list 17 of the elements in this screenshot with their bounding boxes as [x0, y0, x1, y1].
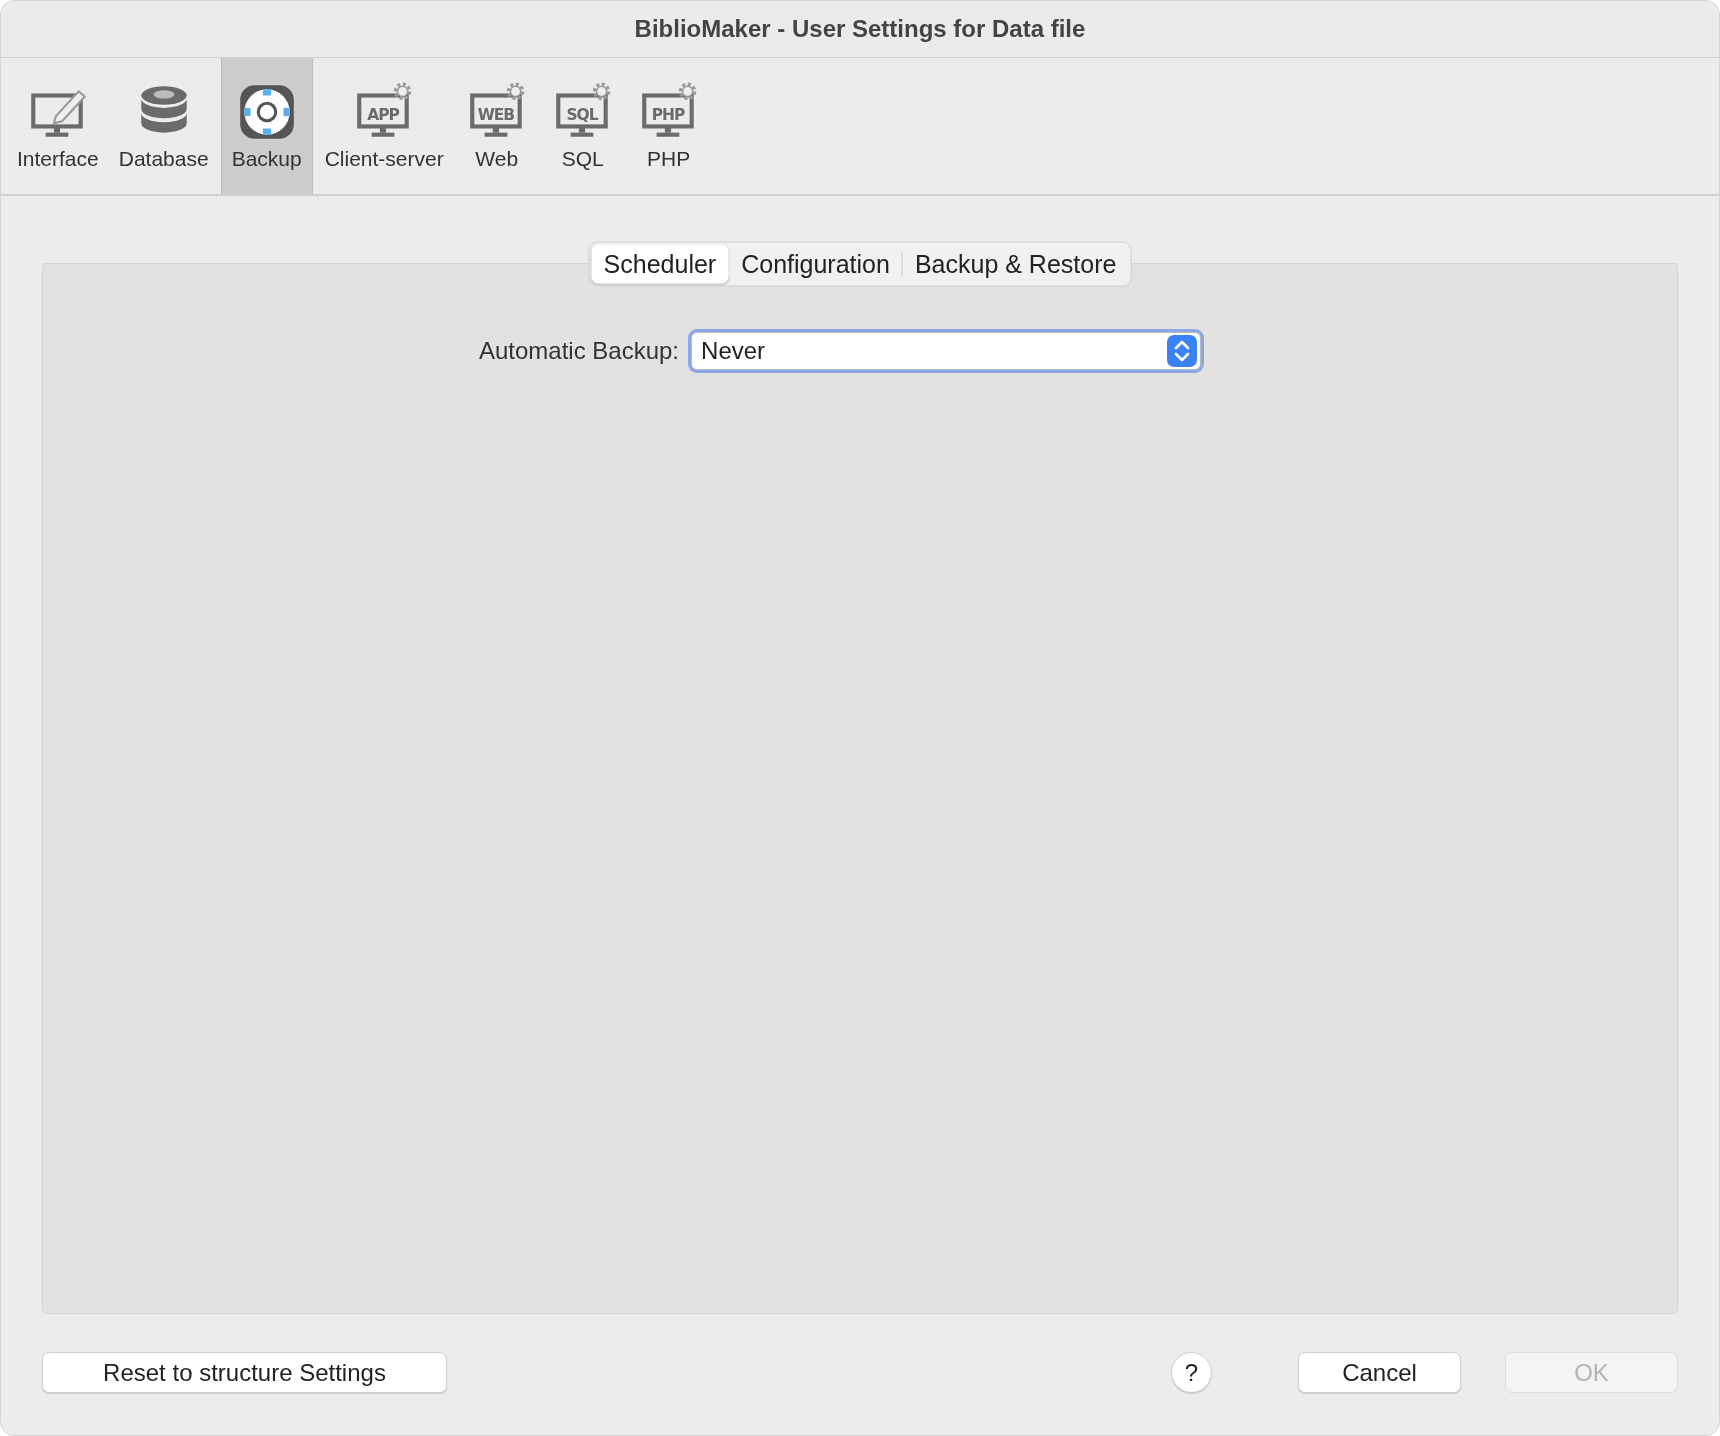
tab[interactable]: Backup & Restore — [902, 244, 1129, 284]
tab[interactable]: Configuration — [729, 244, 902, 284]
help-button[interactable]: ? — [1171, 1352, 1212, 1393]
toolbar-tab[interactable]: Backup — [220, 58, 313, 194]
toolbar-tab[interactable]: WEB Web — [455, 58, 538, 194]
toolbar-tab[interactable]: Interface — [9, 58, 107, 194]
window-title: BiblioMaker - User Settings for Data file — [634, 15, 1086, 43]
automatic-backup-popup[interactable]: Never — [691, 332, 1202, 370]
tab[interactable]: Scheduler — [591, 244, 729, 284]
reset-button[interactable]: Reset to structure Settings — [42, 1352, 447, 1393]
toolbar-tab[interactable]: APP Client-server — [316, 58, 452, 194]
toolbar-tab[interactable]: Database — [110, 58, 217, 194]
toolbar-tab[interactable]: SQL SQL — [541, 58, 624, 194]
cancel-button[interactable]: Cancel — [1298, 1352, 1461, 1393]
automatic-backup-label: Automatic Backup: — [478, 337, 680, 365]
toolbar-tab[interactable]: PHP PHP — [627, 58, 710, 194]
stepper-arrows-icon — [1167, 335, 1198, 367]
